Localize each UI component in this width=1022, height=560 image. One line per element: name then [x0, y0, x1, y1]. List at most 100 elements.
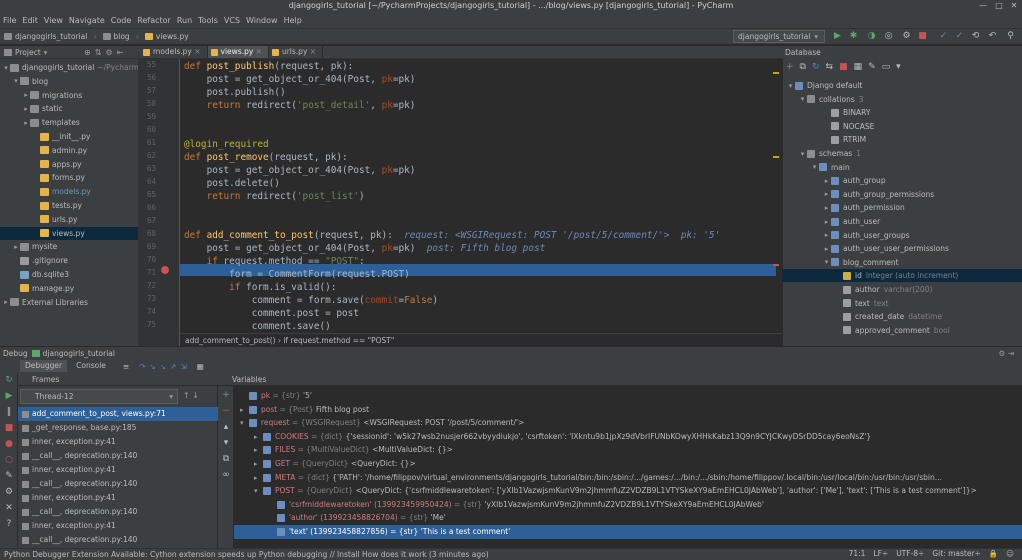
breadcrumb-item[interactable]: blog: [102, 32, 130, 41]
move-down-icon[interactable]: ▾: [221, 438, 231, 448]
maximize-icon[interactable]: □: [994, 1, 1004, 11]
variable-row[interactable]: ▾ POST = {QueryDict} <QueryDict: {'csrfmi…: [234, 484, 1022, 498]
run-to-cursor-icon[interactable]: ⇲: [180, 362, 186, 371]
show-execution-point-icon[interactable]: ≡: [123, 362, 129, 371]
stop-icon[interactable]: ■: [917, 31, 928, 42]
db-tree-item[interactable]: ▸ auth_user_user_permissions: [822, 242, 949, 255]
db-tree-item[interactable]: ▸ auth_user: [822, 215, 880, 228]
variable-row[interactable]: pk = {str} '5': [234, 389, 1022, 403]
table-icon[interactable]: ▦: [854, 61, 863, 74]
line-separator[interactable]: LF÷: [873, 548, 888, 560]
db-tree-item[interactable]: NOCASE: [822, 120, 874, 133]
pause-icon[interactable]: ‖: [4, 407, 14, 417]
revert-icon[interactable]: ↶: [987, 31, 998, 42]
expand-arrow-icon[interactable]: ▸: [22, 119, 30, 127]
build-icon[interactable]: ⚙: [901, 31, 912, 42]
collapse-icon[interactable]: ⇅: [95, 48, 102, 57]
variable-row[interactable]: 'csrfmiddlewaretoken' (139923459950424) …: [234, 498, 1022, 512]
step-into-my-code-icon[interactable]: ↘: [160, 362, 166, 371]
db-tree-item[interactable]: approved_comment bool: [834, 324, 950, 337]
gear-icon[interactable]: ⚙: [105, 48, 112, 57]
settings-icon[interactable]: ⚙: [4, 487, 14, 497]
expand-arrow-icon[interactable]: ▸: [240, 403, 249, 417]
menu-item-edit[interactable]: Edit: [22, 16, 38, 25]
breakpoint-icon[interactable]: [161, 266, 169, 274]
expand-arrow-icon[interactable]: ▸: [254, 457, 263, 471]
tab-urls-py[interactable]: urls.py ×: [269, 46, 324, 58]
db-tree-item[interactable]: ▾ schemas 1: [798, 147, 861, 160]
menu-item-file[interactable]: File: [3, 16, 16, 25]
tab-views-py[interactable]: views.py ×: [207, 46, 269, 58]
db-tree-item[interactable]: id integer (auto increment): [782, 269, 1022, 283]
expand-arrow-icon[interactable]: ▸: [2, 298, 10, 306]
variable-row[interactable]: 'author' (139923458826704) = {str} 'Me': [234, 511, 1022, 525]
expand-arrow-icon[interactable]: ▸: [22, 91, 30, 99]
add-icon[interactable]: +: [786, 61, 794, 74]
expand-arrow-icon[interactable]: ▸: [822, 190, 831, 198]
expand-arrow-icon[interactable]: ▾: [240, 416, 249, 430]
variable-row[interactable]: 'text' (139923458827856) = {str} 'This i…: [234, 525, 1022, 539]
history-icon[interactable]: ⟲: [970, 31, 981, 42]
stop-icon[interactable]: ■: [839, 61, 848, 74]
expand-arrow-icon[interactable]: ▸: [822, 231, 831, 239]
debug-config-name[interactable]: djangogirls_tutorial: [43, 349, 115, 358]
move-up-icon[interactable]: ▴: [221, 422, 231, 432]
variable-row[interactable]: ▾ request = {WSGIRequest} <WSGIRequest: P…: [234, 416, 1022, 430]
db-tree-item[interactable]: BINARY: [822, 106, 870, 119]
expand-arrow-icon[interactable]: ▸: [822, 177, 831, 185]
frame-item[interactable]: add_comment_to_post, views.py:71: [18, 407, 218, 421]
expand-arrow-icon[interactable]: ▸: [22, 105, 30, 113]
expand-arrow-icon[interactable]: ▾: [2, 64, 10, 72]
run-icon[interactable]: ▶: [832, 31, 843, 42]
frame-item[interactable]: inner, exception.py:41: [18, 435, 218, 449]
resume-icon[interactable]: ▶: [4, 391, 14, 401]
expand-arrow-icon[interactable]: ▾: [798, 150, 807, 158]
expand-arrow-icon[interactable]: ▸: [822, 204, 831, 212]
git-branch[interactable]: Git: master÷: [932, 548, 980, 560]
menu-item-run[interactable]: Run: [177, 16, 192, 25]
view-breakpoints-icon[interactable]: ●: [4, 439, 14, 449]
expand-arrow-icon[interactable]: ▸: [254, 430, 263, 444]
step-into-icon[interactable]: ↘: [150, 362, 156, 371]
vcs-update-icon[interactable]: ✓: [938, 31, 949, 42]
menu-item-tools[interactable]: Tools: [198, 16, 218, 25]
code-editor[interactable]: def post_publish(request, pk): post = ge…: [180, 59, 782, 333]
stop-icon[interactable]: ■: [4, 423, 14, 433]
sync-icon[interactable]: ⇆: [826, 61, 834, 74]
rerun-icon[interactable]: ↻: [4, 375, 14, 385]
expand-arrow-icon[interactable]: ▾: [822, 258, 831, 266]
menu-item-navigate[interactable]: Navigate: [69, 16, 105, 25]
expand-arrow-icon[interactable]: ▾: [798, 95, 807, 103]
variable-row[interactable]: ▸ META = {dict} {'PATH': '/home/filippov/…: [234, 471, 1022, 485]
menu-item-refactor[interactable]: Refactor: [137, 16, 171, 25]
db-tree-item[interactable]: ▸ auth_user_groups: [822, 229, 910, 242]
step-out-icon[interactable]: ↗: [170, 362, 176, 371]
db-tree-item[interactable]: ▸ auth_permission: [822, 201, 905, 214]
variable-row[interactable]: ▸ GET = {QueryDict} <QueryDict: {}>: [234, 457, 1022, 471]
add-watch-icon[interactable]: +: [221, 390, 231, 400]
frame-item[interactable]: __call__, deprecation.py:140: [18, 505, 218, 519]
expand-arrow-icon[interactable]: ▾: [12, 77, 20, 85]
db-tree-item[interactable]: ▸ auth_group: [822, 174, 886, 187]
edit-icon[interactable]: ✎: [868, 61, 876, 74]
expand-arrow-icon[interactable]: ▾: [254, 484, 263, 498]
tab-debugger[interactable]: Debugger: [20, 360, 68, 372]
db-tree-item[interactable]: text text: [834, 297, 889, 310]
frames-nav-icons[interactable]: ↑ ↓: [183, 391, 199, 400]
evaluate-icon[interactable]: ▦: [197, 362, 204, 371]
step-over-icon[interactable]: ↷: [139, 362, 145, 371]
file-encoding[interactable]: UTF-8÷: [896, 548, 924, 560]
db-tree-item[interactable]: ▾ Django default: [786, 79, 863, 92]
expand-arrow-icon[interactable]: ▸: [822, 218, 831, 226]
coverage-icon[interactable]: ◑: [866, 31, 877, 42]
search-icon[interactable]: ⚲: [1005, 31, 1016, 42]
minimize-icon[interactable]: —: [978, 1, 988, 11]
event-log-icon[interactable]: ☺: [1006, 548, 1014, 560]
variable-row[interactable]: ▸ post = {Post} Fifth blog post: [234, 403, 1022, 417]
glasses-icon[interactable]: ∞: [221, 470, 231, 480]
copy-icon[interactable]: ⧉: [800, 61, 806, 74]
lock-icon[interactable]: 🔒: [989, 548, 998, 560]
hide-icon[interactable]: ⇤: [117, 48, 124, 57]
tab-console[interactable]: Console: [71, 360, 111, 372]
frame-item[interactable]: inner, exception.py:41: [18, 491, 218, 505]
